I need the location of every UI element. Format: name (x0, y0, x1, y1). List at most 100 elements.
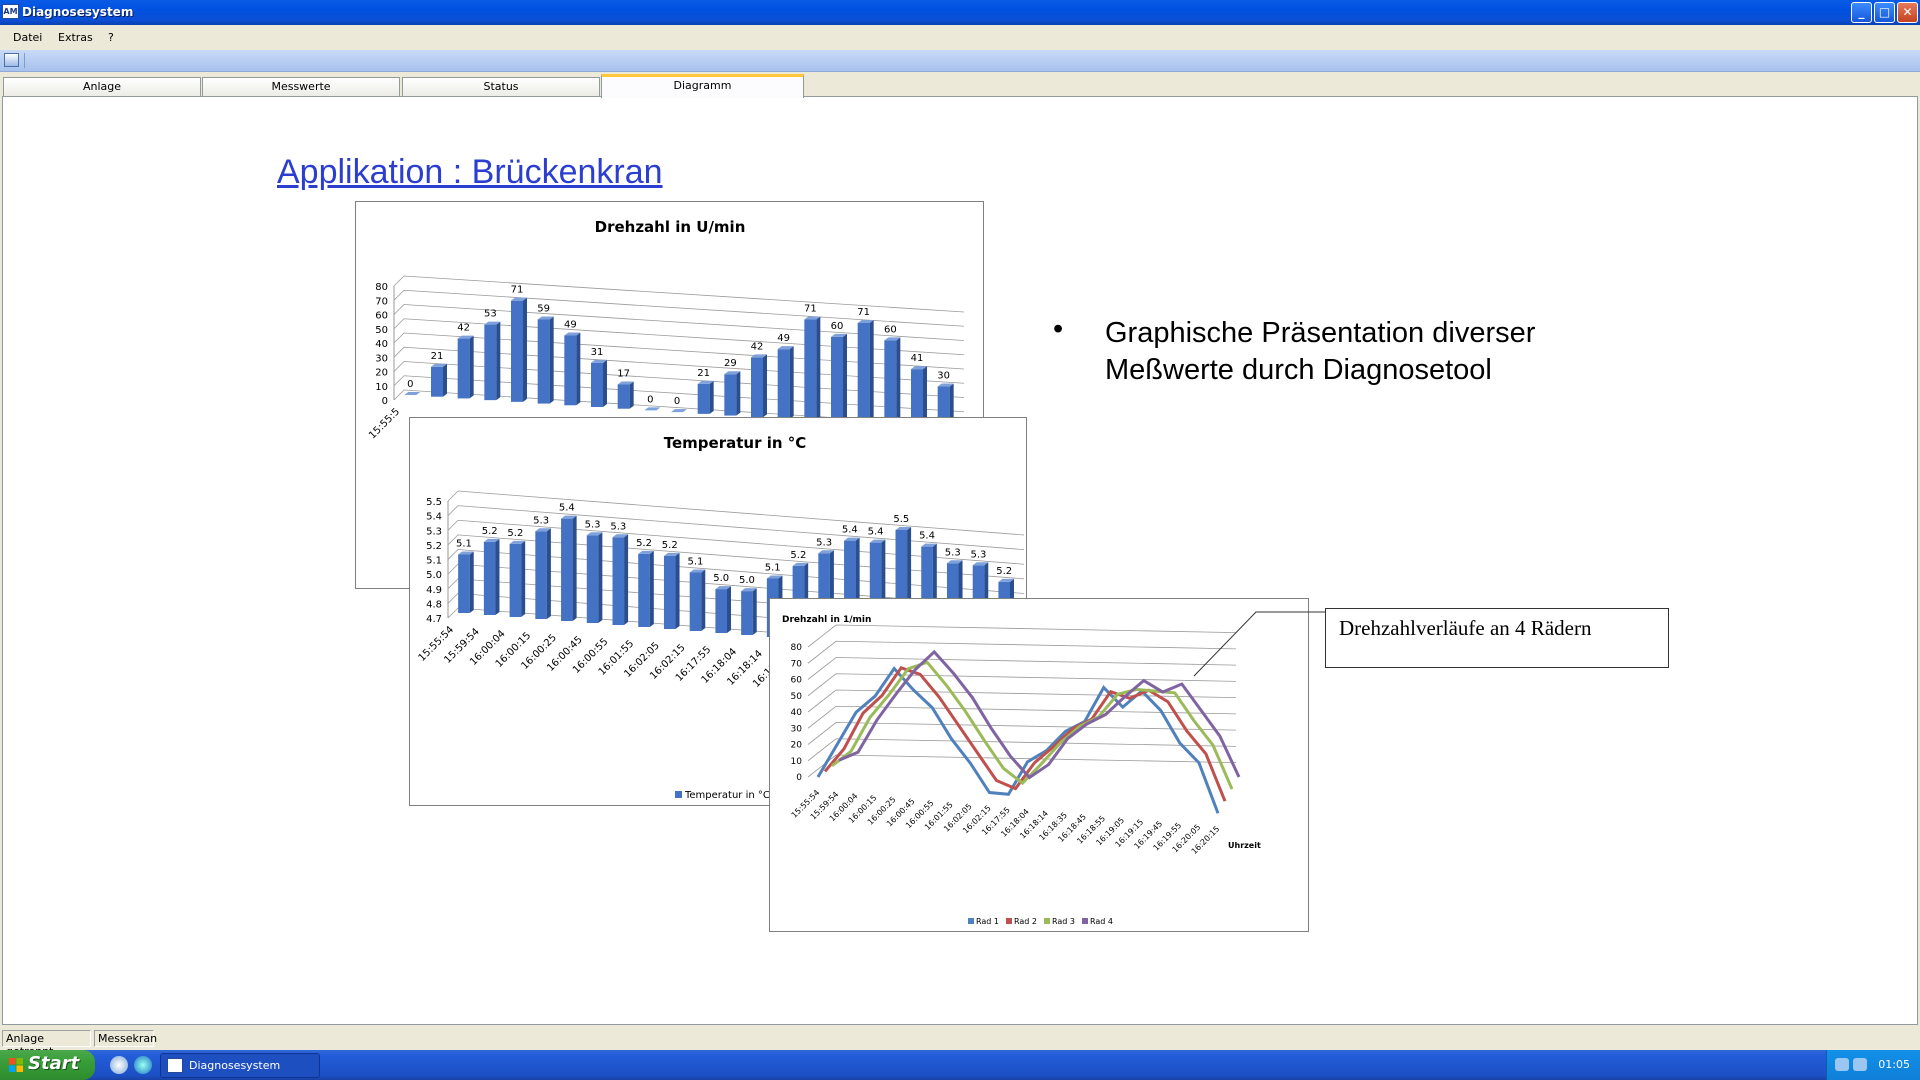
network-icon[interactable] (1835, 1058, 1849, 1071)
bar (617, 384, 630, 409)
bar (777, 349, 790, 419)
y-tick-label: 10 (791, 757, 803, 767)
maximize-button[interactable]: □ (1874, 2, 1895, 23)
menu-help[interactable]: ? (108, 31, 114, 44)
gridline (807, 738, 1237, 762)
bar (564, 335, 577, 406)
data-label: 5.4 (559, 503, 575, 514)
close-button[interactable]: ✕ (1897, 2, 1918, 23)
data-label: 5.5 (893, 514, 909, 525)
x-tick-label: 15:55:5 (367, 406, 402, 441)
quicklaunch-browser-icon[interactable] (110, 1056, 128, 1074)
quicklaunch-ie-icon[interactable] (134, 1056, 152, 1074)
minimize-button[interactable]: _ (1851, 2, 1872, 23)
data-label: 49 (564, 319, 577, 330)
callout-box: Drehzahlverläufe an 4 Rädern (1325, 608, 1669, 668)
y-tick-label: 50 (791, 692, 803, 702)
y-tick-label: 4.9 (426, 585, 442, 596)
bar (741, 591, 753, 635)
menu-bar: Datei Extras ? (0, 25, 1920, 50)
data-label: 5.3 (945, 547, 961, 558)
bar (483, 541, 496, 615)
data-label: 0 (647, 394, 653, 405)
bar-top (671, 409, 687, 413)
bar-side (869, 319, 874, 425)
data-label: 5.1 (456, 539, 472, 550)
bar (431, 366, 443, 397)
bar (457, 338, 470, 399)
bar (484, 324, 497, 401)
menu-extras[interactable]: Extras (58, 31, 93, 44)
gridline (393, 332, 965, 370)
bar (857, 322, 870, 425)
bar-side (496, 321, 501, 401)
y-tick-label: 5.1 (426, 556, 442, 567)
tab-messwerte[interactable]: Messwerte (202, 77, 400, 97)
legend-label: Rad 3 (1052, 917, 1075, 926)
diagram-panel: Applikation : Brückenkran Drehzahl in U/… (2, 96, 1918, 1025)
start-button[interactable]: Start (0, 1050, 95, 1080)
gridline (447, 490, 1025, 536)
clock: 01:05 (1878, 1058, 1910, 1071)
menu-datei[interactable]: Datei (13, 31, 42, 44)
tab-diagramm[interactable]: Diagramm (601, 74, 804, 98)
bullet-text: Graphische Präsentation diverser Meßwert… (1105, 317, 1536, 386)
bar-side (763, 354, 767, 418)
bar (638, 553, 650, 627)
y-tick-label: 30 (791, 724, 803, 734)
chart-title: Drehzahl in U/min (595, 218, 746, 236)
y-tick-label: 5.3 (426, 526, 442, 537)
gridline (807, 640, 1237, 664)
page-title[interactable]: Applikation : Brückenkran (277, 153, 663, 192)
y-tick-label: 40 (791, 708, 803, 718)
y-tick-label: 80 (791, 643, 803, 653)
y-tick-label: 60 (375, 311, 388, 322)
task-diagnosesystem[interactable]: Diagnosesystem (160, 1053, 320, 1078)
bar (586, 535, 599, 623)
tab-status[interactable]: Status (402, 77, 600, 97)
taskbar: Start Diagnosesystem 01:05 (0, 1050, 1920, 1080)
legend-swatch (1044, 918, 1050, 924)
data-label: 5.0 (739, 575, 755, 586)
data-label: 5.3 (610, 521, 626, 532)
bar (537, 319, 550, 404)
bar-side (709, 380, 714, 414)
data-label: 5.2 (996, 566, 1012, 577)
toolbar (0, 50, 1920, 72)
y-tick-label: 4.7 (426, 614, 442, 625)
bar-side (629, 381, 634, 409)
bar-side (443, 363, 447, 397)
bar (831, 336, 843, 423)
y-tick-label: 10 (375, 382, 388, 393)
toolbar-separator (24, 53, 25, 68)
bar-side (469, 551, 474, 613)
title-bar: AM Diagnosesystem _ □ ✕ (0, 0, 1920, 25)
gridline (393, 289, 965, 327)
y-tick-label: 80 (375, 282, 388, 293)
picture-icon[interactable] (4, 53, 19, 67)
bar-side (675, 552, 680, 629)
data-label: 17 (617, 368, 630, 379)
bar (724, 374, 737, 416)
data-label: 5.3 (585, 519, 601, 530)
tab-anlage[interactable]: Anlage (3, 77, 201, 97)
bar-side (549, 316, 554, 404)
data-label: 29 (724, 358, 737, 369)
bar-side (701, 569, 706, 631)
data-label: 5.1 (688, 557, 704, 568)
data-label: 53 (484, 309, 497, 320)
app-icon-label: AM (3, 7, 18, 16)
status-bar: Anlage getrennt Messekran (0, 1028, 1920, 1058)
bar-side (521, 540, 526, 617)
data-label: 5.0 (713, 573, 729, 584)
y-tick-label: 5.5 (426, 497, 442, 508)
volume-icon[interactable] (1853, 1058, 1867, 1071)
data-label: 71 (857, 307, 870, 318)
data-label: 5.2 (790, 550, 806, 561)
x-axis-label: Uhrzeit (1228, 841, 1261, 850)
data-label: 31 (591, 347, 604, 358)
bar-side (572, 515, 577, 621)
bullet-symbol: • (1053, 313, 1064, 345)
task-label: Diagnosesystem (189, 1059, 281, 1072)
bar (591, 362, 603, 407)
